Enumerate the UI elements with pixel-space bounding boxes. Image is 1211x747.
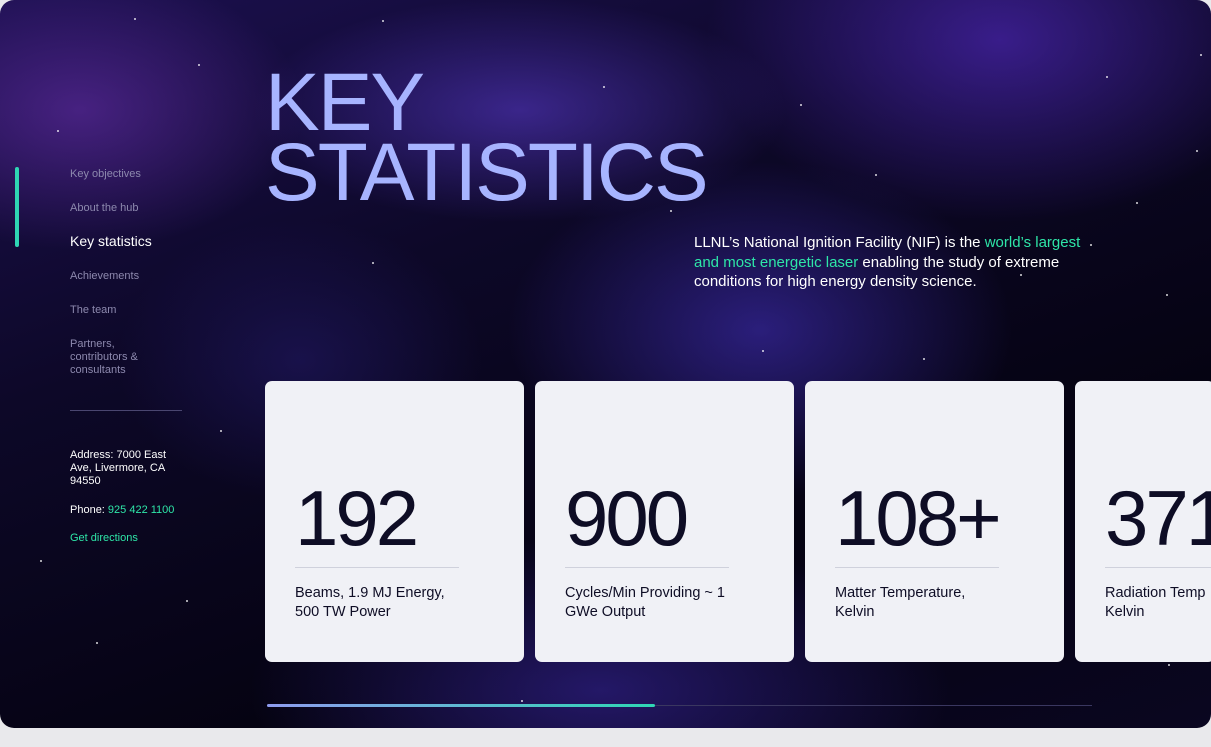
nav-item-the-team[interactable]: The team xyxy=(70,304,116,317)
stat-card: 108+ Matter Temperature, Kelvin xyxy=(805,381,1064,662)
intro-paragraph: LLNL’s National Ignition Facility (NIF) … xyxy=(694,233,1094,292)
stat-card: 192 Beams, 1.9 MJ Energy, 500 TW Power xyxy=(265,381,524,662)
intro-text-start: LLNL’s National Ignition Facility (NIF) … xyxy=(694,234,985,251)
carousel-progress-fill[interactable] xyxy=(267,704,655,707)
nav-item-about-the-hub[interactable]: About the hub xyxy=(70,202,139,215)
stat-value: 900 xyxy=(565,474,689,562)
stat-divider xyxy=(835,567,999,568)
stat-divider xyxy=(1105,567,1211,568)
active-section-indicator xyxy=(15,167,19,247)
phone-link[interactable]: 925 422 1100 xyxy=(108,504,174,516)
stat-value: 108+ xyxy=(835,474,1002,562)
nav-item-achievements[interactable]: Achievements xyxy=(70,270,139,283)
nav-item-partners[interactable]: Partners, contributors & consultants xyxy=(70,338,154,377)
stat-divider xyxy=(565,567,729,568)
nav-item-key-objectives[interactable]: Key objectives xyxy=(70,168,141,181)
address-text: Address: 7000 East Ave, Livermore, CA 94… xyxy=(70,449,167,487)
stat-value: 192 xyxy=(295,474,419,562)
stat-label: Beams, 1.9 MJ Energy, 500 TW Power xyxy=(295,585,445,620)
stat-card: 371 Radiation Temp Kelvin xyxy=(1075,381,1211,662)
nav-item-key-statistics[interactable]: Key statistics xyxy=(70,234,152,248)
stat-label: Radiation Temp Kelvin xyxy=(1105,585,1206,620)
stat-label: Matter Temperature, Kelvin xyxy=(835,585,966,620)
stat-divider xyxy=(295,567,459,568)
sidebar-divider xyxy=(70,410,182,411)
phone-line: Phone: 925 422 1100 xyxy=(70,504,200,517)
stat-label: Cycles/Min Providing ~ 1 GWe Output xyxy=(565,585,725,620)
get-directions-link[interactable]: Get directions xyxy=(70,532,200,545)
phone-label: Phone: xyxy=(70,504,108,516)
page-title-line-2: STATISTICS xyxy=(265,127,709,218)
page-title: KEY STATISTICS xyxy=(265,62,709,218)
stat-card: 900 Cycles/Min Providing ~ 1 GWe Output xyxy=(535,381,794,662)
page-frame: Key objectives About the hub Key statist… xyxy=(0,0,1211,728)
stat-value: 371 xyxy=(1105,474,1211,562)
contact-block: Address: 7000 East Ave, Livermore, CA 94… xyxy=(70,449,200,545)
